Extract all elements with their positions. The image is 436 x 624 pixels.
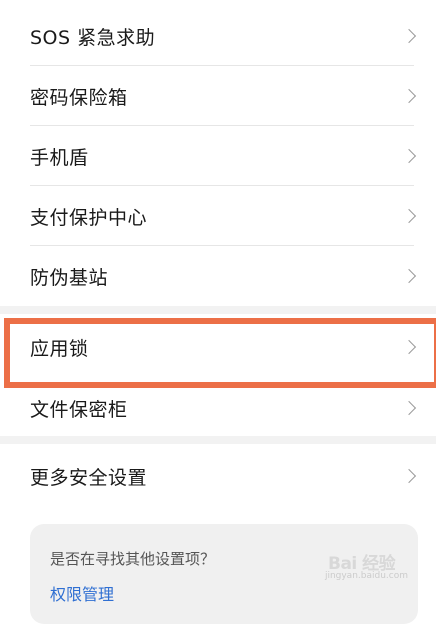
security-section-middle: 应用锁 文件保密柜	[0, 314, 436, 436]
settings-hint-card: 是否在寻找其他设置项？ 权限管理	[30, 524, 418, 624]
row-label: SOS 紧急求助	[30, 26, 156, 49]
row-fake-base-station[interactable]: 防伪基站	[0, 246, 436, 306]
row-label: 文件保密柜	[30, 398, 128, 421]
chevron-right-icon	[401, 268, 417, 284]
row-password-vault[interactable]: 密码保险箱	[0, 66, 436, 126]
row-payment-protection[interactable]: 支付保护中心	[0, 186, 436, 246]
section-gap	[0, 306, 436, 314]
row-label: 应用锁	[30, 337, 89, 360]
security-section-top: SOS 紧急求助 密码保险箱 手机盾 支付保护中心 防伪基站	[0, 6, 436, 306]
chevron-right-icon	[401, 339, 417, 355]
row-label: 手机盾	[30, 146, 89, 169]
row-label: 更多安全设置	[30, 466, 148, 489]
chevron-right-icon	[401, 208, 417, 224]
row-sos-emergency[interactable]: SOS 紧急求助	[0, 6, 436, 66]
hint-question: 是否在寻找其他设置项？	[50, 550, 216, 568]
row-app-lock[interactable]: 应用锁	[0, 314, 436, 380]
row-label: 密码保险箱	[30, 86, 128, 109]
chevron-right-icon	[401, 88, 417, 104]
chevron-right-icon	[401, 148, 417, 164]
row-file-safe[interactable]: 文件保密柜	[0, 380, 436, 436]
row-phone-shield[interactable]: 手机盾	[0, 126, 436, 186]
chevron-right-icon	[401, 468, 417, 484]
chevron-right-icon	[401, 28, 417, 44]
chevron-right-icon	[401, 400, 417, 416]
row-more-security-settings[interactable]: 更多安全设置	[0, 444, 436, 508]
row-label: 支付保护中心	[30, 206, 148, 229]
permission-management-link[interactable]: 权限管理	[50, 581, 114, 605]
security-section-bottom: 更多安全设置	[0, 444, 436, 508]
settings-screen: SOS 紧急求助 密码保险箱 手机盾 支付保护中心 防伪基站 应用锁 文件保密柜…	[0, 0, 436, 624]
row-label: 防伪基站	[30, 266, 109, 289]
section-gap	[0, 436, 436, 444]
